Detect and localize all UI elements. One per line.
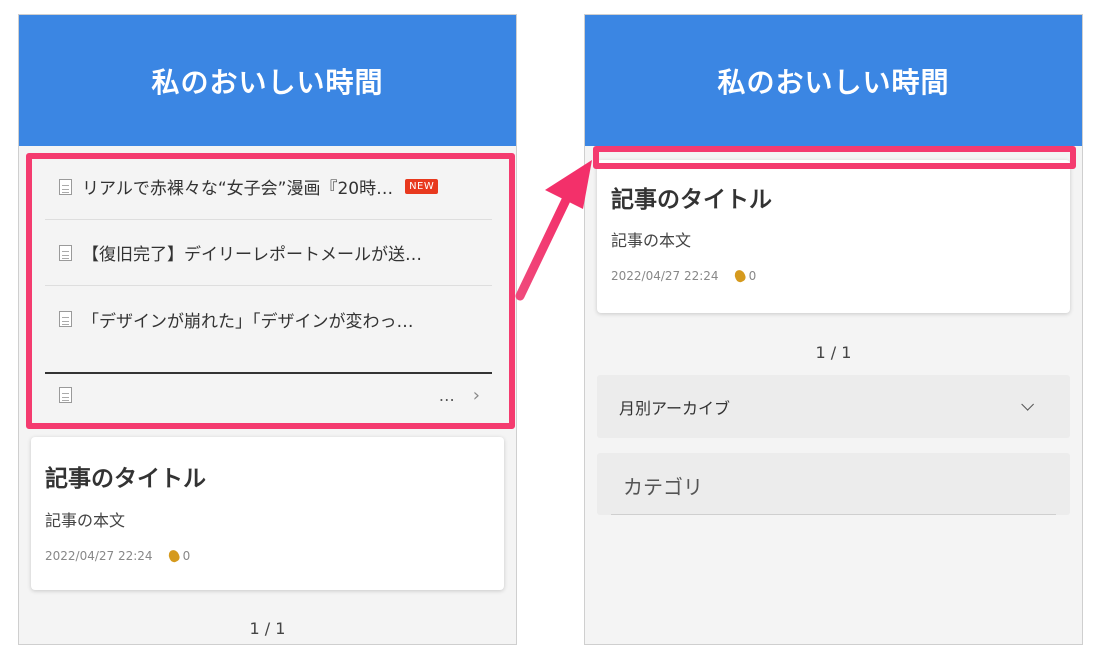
blog-title[interactable]: 私のおいしい時間 (151, 61, 383, 101)
clap-count: 0 (182, 549, 191, 563)
article-date: 2022/04/27 22:24 (45, 549, 153, 563)
clap-icon[interactable] (166, 548, 181, 564)
article-title[interactable]: 記事のタイトル (45, 459, 206, 493)
blog-title[interactable]: 私のおいしい時間 (717, 61, 949, 101)
document-icon (59, 311, 72, 327)
phone-before: 私のおいしい時間 リアルで赤裸々な“女子会”漫画『20時… NEW 【復旧完了】… (18, 14, 517, 645)
news-item-text: リアルで赤裸々な“女子会”漫画『20時… (82, 179, 394, 199)
news-item[interactable]: 「デザインが崩れた」「デザインが変わっ… (45, 286, 492, 352)
news-item-text: 【復旧完了】デイリーレポートメールが送… (82, 245, 422, 265)
document-icon (59, 244, 72, 261)
article-body: 記事の本文 (45, 511, 126, 530)
category-section[interactable]: カテゴリ (597, 453, 1070, 515)
article-date: 2022/04/27 22:24 (611, 269, 719, 283)
article-card[interactable]: 記事のタイトル 記事の本文 2022/04/27 22:24 0 (597, 160, 1070, 313)
article-meta: 2022/04/27 22:24 0 (45, 548, 191, 564)
chevron-right-icon[interactable]: › (473, 385, 480, 406)
document-icon (59, 387, 72, 403)
blog-header: 私のおいしい時間 (19, 15, 516, 146)
comparison-stage: 私のおいしい時間 リアルで赤裸々な“女子会”漫画『20時… NEW 【復旧完了】… (0, 0, 1107, 668)
monthly-archive-dropdown[interactable]: 月別アーカイブ (597, 375, 1070, 438)
article-meta: 2022/04/27 22:24 0 (611, 268, 757, 284)
arrow-shaft (515, 195, 571, 301)
news-more-ellipsis: … (438, 385, 455, 405)
news-more-row[interactable]: … › (45, 372, 492, 416)
news-item[interactable]: リアルで赤裸々な“女子会”漫画『20時… NEW (45, 154, 492, 220)
category-divider (611, 514, 1056, 515)
document-icon (59, 178, 72, 195)
article-body: 記事の本文 (611, 231, 692, 250)
news-item-text: 「デザインが崩れた」「デザインが変わっ… (82, 311, 414, 332)
blog-header: 私のおいしい時間 (585, 15, 1082, 146)
chevron-down-icon[interactable] (1021, 398, 1034, 411)
pagination: 1 / 1 (249, 619, 286, 638)
clap-icon[interactable] (732, 268, 747, 284)
category-label: カテゴリ (623, 475, 703, 499)
archive-label: 月別アーカイブ (619, 398, 731, 418)
news-item[interactable]: 【復旧完了】デイリーレポートメールが送… (45, 220, 492, 286)
pagination: 1 / 1 (815, 343, 852, 362)
news-list: リアルで赤裸々な“女子会”漫画『20時… NEW 【復旧完了】デイリーレポートメ… (31, 154, 506, 422)
clap-count: 0 (748, 269, 757, 283)
article-title[interactable]: 記事のタイトル (611, 180, 772, 214)
new-badge: NEW (405, 179, 439, 194)
phone-after: 私のおいしい時間 記事のタイトル 記事の本文 2022/04/27 22:24 … (584, 14, 1083, 645)
article-card[interactable]: 記事のタイトル 記事の本文 2022/04/27 22:24 0 (31, 437, 504, 590)
